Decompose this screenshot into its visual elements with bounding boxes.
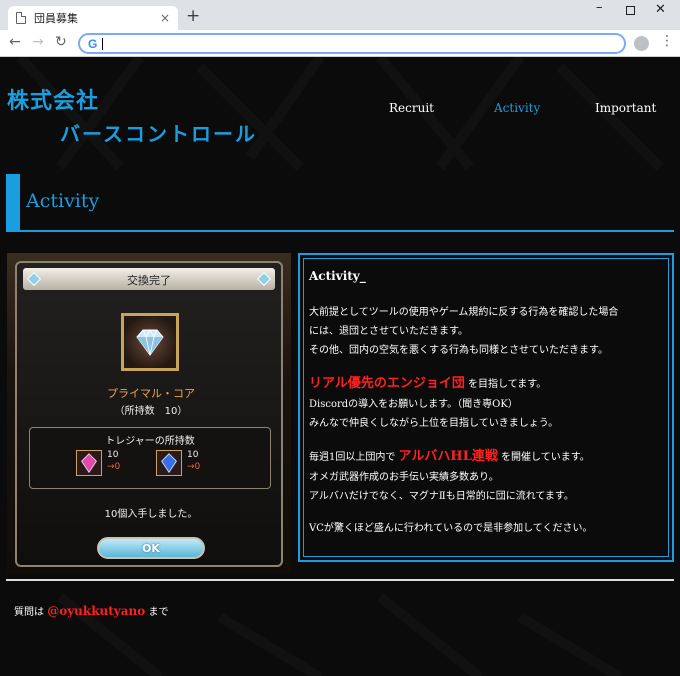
tab-title: 団員募集 [34, 12, 78, 25]
highlight-enjoy: リアル優先のエンジョイ団 [309, 376, 465, 391]
treasure-box: トレジャーの所持数 10 →0 10 →0 [29, 427, 271, 489]
company-name: 株式会社 [7, 88, 100, 114]
panel-text: みんなで仲良くしながら上位を目指していきましょう。 [309, 418, 559, 429]
browser-tab[interactable]: 団員募集 × [8, 6, 178, 30]
activity-panel-inner: Activity_ 大前提としてツールの使用やゲーム規約に反する行為を確認した場… [303, 258, 669, 557]
close-window-icon[interactable]: ✕ [655, 2, 666, 17]
diamond-icon [136, 329, 164, 356]
profile-avatar[interactable] [634, 36, 649, 51]
section-accent-bar [6, 174, 20, 230]
contact-handle-link[interactable]: @oyukkutyano [47, 604, 145, 618]
back-icon[interactable]: ← [9, 34, 21, 50]
treasure-title: トレジャーの所持数 [105, 436, 195, 447]
exchange-dialog: 交換完了 プライマル・コア （所持数 10） トレジャーの所持数 10 →0 1… [15, 261, 283, 567]
game-screenshot: 交換完了 プライマル・コア （所持数 10） トレジャーの所持数 10 →0 1… [7, 253, 291, 573]
dialog-header: 交換完了 [23, 268, 275, 290]
pink-crystal-icon [76, 450, 102, 476]
highlight-albaha: アルバハHL連戦 [398, 449, 498, 464]
treasure-item: 10 →0 [156, 450, 226, 480]
address-bar[interactable]: G [78, 33, 626, 54]
panel-text: Discordの導入をお願いします。（聞き専OK） [309, 399, 518, 410]
maximize-icon[interactable] [626, 6, 635, 15]
ok-label: OK [142, 542, 160, 555]
reload-icon[interactable]: ↻ [55, 34, 67, 50]
panel-text: には、退団とさせていただきます。 [309, 326, 468, 337]
panel-text: 毎週1回以上団内で [309, 452, 399, 463]
item-name: プライマル・コア [107, 387, 195, 400]
close-tab-icon[interactable]: × [160, 11, 170, 25]
forward-icon[interactable]: → [32, 34, 44, 50]
item-frame [121, 313, 179, 371]
blue-crystal-icon [156, 450, 182, 476]
footer-suffix: まで [145, 607, 169, 618]
panel-text: VCが驚くほど盛んに行われているので是非参加してください。 [309, 523, 593, 534]
panel-text: 大前提としてツールの使用やゲーム規約に反する行為を確認した場合 [309, 307, 619, 318]
section-divider [6, 230, 674, 232]
panel-text: を開催しています。 [497, 452, 590, 463]
panel-title: Activity_ [309, 269, 366, 283]
new-tab-button[interactable]: + [186, 7, 200, 25]
nav-important[interactable]: Important [595, 101, 656, 115]
google-icon: G [88, 37, 98, 51]
section-title: Activity [26, 190, 100, 212]
activity-panel: Activity_ 大前提としてツールの使用やゲーム規約に反する行為を確認した場… [298, 253, 674, 562]
browser-toolbar: ← → ↻ G ⋮ [0, 30, 680, 57]
panel-text: リアル優先のエンジョイ団 を目指してます。 [309, 373, 662, 395]
footer-divider [6, 579, 674, 581]
panel-text: その他、団内の空気を悪くする行為も同様とさせていただきます。 [309, 345, 608, 356]
nav-recruit[interactable]: Recruit [389, 101, 434, 115]
menu-icon[interactable]: ⋮ [660, 33, 674, 49]
panel-text: を目指してます。 [464, 379, 547, 390]
text-caret [102, 38, 103, 50]
treasure-after: →0 [107, 462, 121, 472]
minimize-icon[interactable]: – [596, 0, 603, 15]
page-icon [16, 12, 26, 24]
treasure-count: 10 [187, 450, 199, 460]
company-name-katakana: バースコントロール [60, 122, 257, 146]
treasure-count: 10 [107, 450, 119, 460]
web-page: 株式会社 バースコントロール Recruit Activity Importan… [0, 57, 680, 676]
tab-strip: 団員募集 × + – ✕ [0, 0, 680, 30]
footer-prefix: 質問は [14, 607, 48, 618]
treasure-after: →0 [187, 462, 201, 472]
ok-button: OK [97, 537, 205, 559]
panel-text: オメガ武器作成のお手伝い実績多数あり。 [309, 472, 499, 483]
dialog-title: 交換完了 [127, 274, 171, 287]
item-held-count: （所持数 10） [114, 406, 188, 417]
panel-text: 毎週1回以上団内で アルバハHL連戦 を開催しています。 [309, 446, 662, 468]
obtained-message: 10個入手しました。 [104, 509, 198, 520]
nav-activity[interactable]: Activity [494, 101, 540, 115]
treasure-item: 10 →0 [76, 450, 146, 480]
panel-text: アルバハだけでなく、マグナⅡも日常的に団に流れてます。 [309, 491, 574, 502]
footer-text: 質問は @oyukkutyano まで [14, 603, 168, 618]
